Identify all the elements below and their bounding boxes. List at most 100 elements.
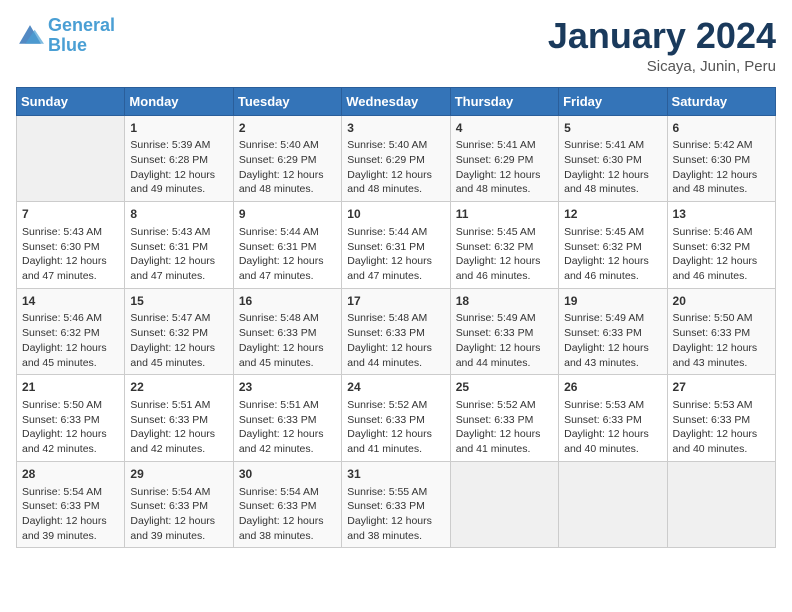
sunrise: Sunrise: 5:55 AM: [347, 485, 444, 500]
col-thursday: Thursday: [450, 87, 558, 115]
daylight-hours: Daylight: 12 hours and 46 minutes.: [456, 254, 553, 283]
day-number: 5: [564, 120, 661, 137]
day-number: 4: [456, 120, 553, 137]
page-header: General Blue January 2024 Sicaya, Junin,…: [16, 16, 776, 75]
calendar-cell: 7Sunrise: 5:43 AMSunset: 6:30 PMDaylight…: [17, 202, 125, 289]
sunrise: Sunrise: 5:53 AM: [673, 398, 770, 413]
calendar-cell: 21 Sunrise: 5:50 AMSunset: 6:33 PMDayligh…: [17, 375, 125, 462]
logo-text: General Blue: [48, 16, 115, 56]
calendar-cell: 24Sunrise: 5:52 AMSunset: 6:33 PMDayligh…: [342, 375, 450, 462]
calendar-header: Sunday Monday Tuesday Wednesday Thursday…: [17, 87, 776, 115]
sunrise: Sunrise: 5:45 AM: [564, 225, 661, 240]
daylight-hours: Daylight: 12 hours and 39 minutes.: [22, 514, 119, 543]
sunrise: Sunrise: 5:46 AM: [673, 225, 770, 240]
day-number: 31: [347, 466, 444, 483]
day-number: 15: [130, 293, 227, 310]
sunset: Sunset: 6:29 PM: [456, 153, 553, 168]
calendar-cell: 1Sunrise: 5:39 AMSunset: 6:28 PMDaylight…: [125, 115, 233, 202]
sunset: Sunset: 6:32 PM: [673, 240, 770, 255]
daylight-hours: Daylight: 12 hours and 42 minutes.: [130, 427, 227, 456]
sunset: Sunset: 6:33 PM: [347, 499, 444, 514]
sunrise: Sunrise: 5:52 AM: [347, 398, 444, 413]
day-number: 3: [347, 120, 444, 137]
day-number: 16: [239, 293, 336, 310]
calendar-week-1: 1Sunrise: 5:39 AMSunset: 6:28 PMDaylight…: [17, 115, 776, 202]
daylight-hours: Daylight: 12 hours and 44 minutes.: [456, 341, 553, 370]
day-number: 19: [564, 293, 661, 310]
sunrise: Sunrise: 5:47 AM: [130, 311, 227, 326]
calendar-cell: 22Sunrise: 5:51 AMSunset: 6:33 PMDayligh…: [125, 375, 233, 462]
daylight-hours: Daylight: 12 hours and 42 minutes.: [239, 427, 336, 456]
daylight-hours: Daylight: 12 hours and 42 minutes.: [22, 427, 119, 456]
sunrise: Sunrise: 5:50 AM: [22, 398, 119, 413]
calendar-week-4: 21Sunrise: 5:50 AMSunset: 6:33 PMDayligh…: [17, 375, 776, 462]
daylight-hours: Daylight: 12 hours and 45 minutes.: [22, 341, 119, 370]
sunset: Sunset: 6:32 PM: [130, 326, 227, 341]
day-number: 30: [239, 466, 336, 483]
calendar-table: Sunday Monday Tuesday Wednesday Thursday…: [16, 87, 776, 549]
col-monday: Monday: [125, 87, 233, 115]
calendar-week-2: 7Sunrise: 5:43 AMSunset: 6:30 PMDaylight…: [17, 202, 776, 289]
daylight-hours: Daylight: 12 hours and 44 minutes.: [347, 341, 444, 370]
daylight-hours: Daylight: 12 hours and 47 minutes.: [22, 254, 119, 283]
daylight-hours: Daylight: 12 hours and 38 minutes.: [347, 514, 444, 543]
sunset: Sunset: 6:33 PM: [347, 326, 444, 341]
day-number: 13: [673, 206, 770, 223]
sunset: Sunset: 6:28 PM: [130, 153, 227, 168]
sunset: Sunset: 6:33 PM: [22, 499, 119, 514]
day-number: 23: [239, 379, 336, 396]
daylight-hours: Daylight: 12 hours and 39 minutes.: [130, 514, 227, 543]
calendar-cell: 17Sunrise: 5:48 AMSunset: 6:33 PMDayligh…: [342, 288, 450, 375]
day-number: 14: [22, 293, 119, 310]
calendar-cell: 11Sunrise: 5:45 AMSunset: 6:32 PMDayligh…: [450, 202, 558, 289]
daylight-hours: Daylight: 12 hours and 49 minutes.: [130, 168, 227, 197]
calendar-cell: 14Sunrise: 5:46 AMSunset: 6:32 PMDayligh…: [17, 288, 125, 375]
sunset: Sunset: 6:31 PM: [130, 240, 227, 255]
sunset: Sunset: 6:33 PM: [456, 413, 553, 428]
sunrise: Sunrise: 5:44 AM: [239, 225, 336, 240]
calendar-cell: 29Sunrise: 5:54 AMSunset: 6:33 PMDayligh…: [125, 461, 233, 548]
calendar-cell: 25Sunrise: 5:52 AMSunset: 6:33 PMDayligh…: [450, 375, 558, 462]
sunset: Sunset: 6:33 PM: [130, 499, 227, 514]
calendar-cell: 19Sunrise: 5:49 AMSunset: 6:33 PMDayligh…: [559, 288, 667, 375]
sunrise: Sunrise: 5:41 AM: [456, 138, 553, 153]
month-title: January 2024: [548, 16, 776, 56]
calendar-cell: 27Sunrise: 5:53 AMSunset: 6:33 PMDayligh…: [667, 375, 775, 462]
sunrise: Sunrise: 5:53 AM: [564, 398, 661, 413]
day-number: 29: [130, 466, 227, 483]
day-number: 21: [22, 379, 119, 396]
sunset: Sunset: 6:31 PM: [347, 240, 444, 255]
header-row: Sunday Monday Tuesday Wednesday Thursday…: [17, 87, 776, 115]
calendar-cell: 10Sunrise: 5:44 AMSunset: 6:31 PMDayligh…: [342, 202, 450, 289]
sunrise: Sunrise: 5:49 AM: [456, 311, 553, 326]
col-friday: Friday: [559, 87, 667, 115]
sunrise: Sunrise: 5:42 AM: [673, 138, 770, 153]
sunset: Sunset: 6:33 PM: [130, 413, 227, 428]
calendar-cell: 15Sunrise: 5:47 AMSunset: 6:32 PMDayligh…: [125, 288, 233, 375]
sunset: Sunset: 6:33 PM: [564, 413, 661, 428]
daylight-hours: Daylight: 12 hours and 40 minutes.: [564, 427, 661, 456]
daylight-hours: Daylight: 12 hours and 43 minutes.: [564, 341, 661, 370]
calendar-week-3: 14Sunrise: 5:46 AMSunset: 6:32 PMDayligh…: [17, 288, 776, 375]
day-number: 24: [347, 379, 444, 396]
day-number: 11: [456, 206, 553, 223]
daylight-hours: Daylight: 12 hours and 47 minutes.: [239, 254, 336, 283]
sunrise: Sunrise: 5:49 AM: [564, 311, 661, 326]
day-number: 2: [239, 120, 336, 137]
col-wednesday: Wednesday: [342, 87, 450, 115]
daylight-hours: Daylight: 12 hours and 48 minutes.: [673, 168, 770, 197]
calendar-cell: 20Sunrise: 5:50 AMSunset: 6:33 PMDayligh…: [667, 288, 775, 375]
sunrise: Sunrise: 5:41 AM: [564, 138, 661, 153]
daylight-hours: Daylight: 12 hours and 48 minutes.: [564, 168, 661, 197]
sunset: Sunset: 6:33 PM: [22, 413, 119, 428]
sunset: Sunset: 6:33 PM: [239, 413, 336, 428]
daylight-hours: Daylight: 12 hours and 41 minutes.: [456, 427, 553, 456]
sunrise: Sunrise: 5:40 AM: [239, 138, 336, 153]
logo-blue: Blue: [48, 35, 87, 55]
daylight-hours: Daylight: 12 hours and 45 minutes.: [239, 341, 336, 370]
sunrise: Sunrise: 5:45 AM: [456, 225, 553, 240]
calendar-cell: 6Sunrise: 5:42 AMSunset: 6:30 PMDaylight…: [667, 115, 775, 202]
calendar-cell: [559, 461, 667, 548]
calendar-cell: 13Sunrise: 5:46 AMSunset: 6:32 PMDayligh…: [667, 202, 775, 289]
day-number: 6: [673, 120, 770, 137]
